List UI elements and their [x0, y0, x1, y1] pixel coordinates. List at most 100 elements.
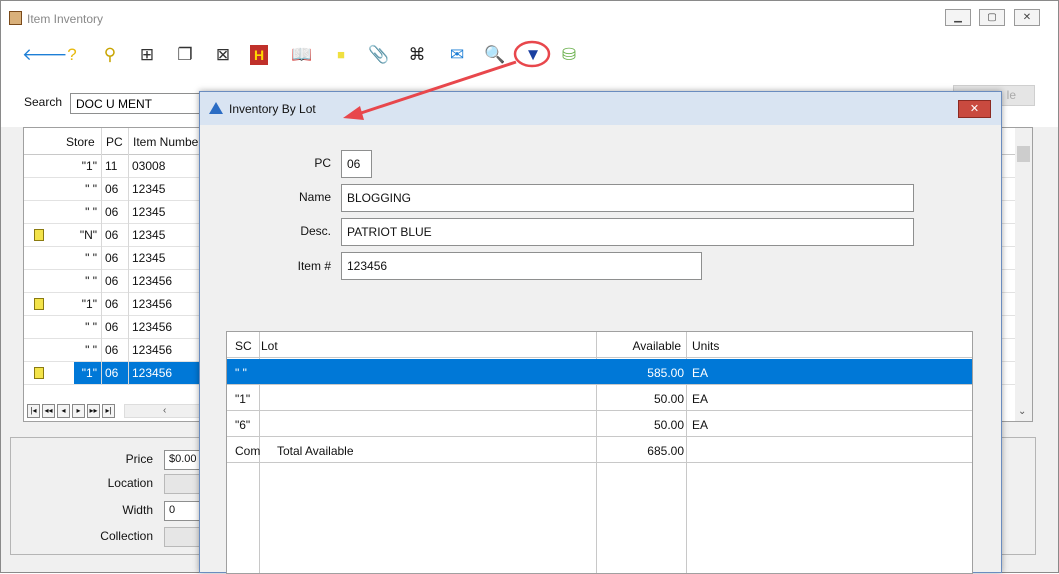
- cell-store: "N": [79, 228, 97, 242]
- lot-table: SC Lot Available Units " " 585.00 EA "1" 50.…: [226, 331, 973, 574]
- dropdown-icon[interactable]: ▼: [521, 43, 545, 67]
- prev-page-button[interactable]: ◂◂: [42, 404, 55, 418]
- cell-available: 585.00: [647, 366, 684, 380]
- minimize-button[interactable]: ▁: [945, 9, 971, 26]
- cell-lot: Total Available: [277, 444, 354, 458]
- column-header-item-number[interactable]: Item Number: [133, 135, 202, 149]
- header-sc[interactable]: SC: [235, 339, 252, 353]
- cell-item-number: 123456: [132, 320, 173, 334]
- header-units[interactable]: Units: [692, 339, 719, 353]
- cell-item-number: 03008: [132, 159, 166, 173]
- cell-pc: 06: [105, 251, 119, 265]
- cell-pc: 06: [105, 320, 119, 334]
- binoculars-icon[interactable]: ⌘: [405, 43, 429, 67]
- next-record-button[interactable]: ▸: [72, 404, 85, 418]
- lot-row[interactable]: " " 585.00 EA: [227, 359, 972, 385]
- cell-store: " ": [85, 274, 97, 288]
- delete-document-icon[interactable]: ⊠: [211, 43, 235, 67]
- cell-store: " ": [85, 251, 97, 265]
- prev-record-button[interactable]: ◂: [57, 404, 70, 418]
- next-page-button[interactable]: ▸▸: [87, 404, 100, 418]
- first-record-button[interactable]: |◂: [27, 404, 40, 418]
- lot-table-header: SC Lot Available Units: [227, 332, 972, 358]
- cell-available: 50.00: [653, 418, 684, 432]
- search-label: Search: [24, 95, 63, 109]
- search-input[interactable]: [70, 93, 205, 114]
- header-available[interactable]: Available: [596, 339, 681, 353]
- cell-pc: 06: [105, 297, 119, 311]
- pc-field[interactable]: 06: [341, 150, 372, 178]
- width-label: Width: [122, 503, 153, 517]
- back-arrow-icon[interactable]: 🡐: [22, 43, 68, 67]
- cell-item-number: 123456: [132, 274, 173, 288]
- cell-pc: 06: [105, 228, 119, 242]
- cell-sc: "1": [235, 392, 251, 406]
- cell-store: "1": [81, 297, 97, 311]
- horizontal-scrollbar[interactable]: ‹: [124, 404, 202, 418]
- pin-icon[interactable]: ⚲: [98, 43, 122, 67]
- column-header-store[interactable]: Store: [66, 135, 95, 149]
- note-icon: [34, 367, 44, 379]
- vertical-scrollbar[interactable]: ⌄: [1015, 128, 1032, 421]
- cell-store: "1": [81, 159, 97, 173]
- price-label: Price: [125, 452, 153, 466]
- add-document-icon[interactable]: ⊞: [135, 43, 159, 67]
- cell-units: EA: [692, 366, 709, 380]
- note-icon: [34, 298, 44, 310]
- name-label: Name: [298, 190, 331, 204]
- cell-pc: 06: [105, 343, 119, 357]
- email-icon[interactable]: ✉: [445, 43, 469, 67]
- desc-field[interactable]: PATRIOT BLUE: [341, 218, 914, 246]
- paperclip-icon[interactable]: 📎: [367, 43, 391, 67]
- cell-store: " ": [85, 205, 97, 219]
- close-window-button[interactable]: ✕: [1014, 9, 1040, 26]
- magnifier-icon[interactable]: 🔍: [483, 43, 507, 67]
- pc-label: PC: [314, 156, 331, 170]
- cell-item-number: 12345: [132, 251, 166, 265]
- item-number-field[interactable]: 123456: [341, 252, 702, 280]
- cell-pc: 11: [105, 159, 118, 173]
- cell-store: " ": [85, 343, 97, 357]
- name-field[interactable]: BLOGGING: [341, 184, 914, 212]
- dialog-close-button[interactable]: ✕: [958, 100, 991, 118]
- note-icon: [34, 229, 44, 241]
- cell-sc: "6": [235, 418, 251, 432]
- lot-row[interactable]: "6" 50.00 EA: [227, 411, 972, 437]
- last-record-button[interactable]: ▸|: [102, 404, 115, 418]
- note-icon[interactable]: ■: [329, 43, 353, 67]
- record-navigator: |◂ ◂◂ ◂ ▸ ▸▸ ▸| ‹: [24, 403, 204, 421]
- cell-item-number: 123456: [129, 362, 204, 384]
- history-icon[interactable]: H: [250, 45, 268, 65]
- title-bar: Item Inventory ▁ ▢ ✕: [1, 1, 1058, 35]
- cell-item-number: 123456: [132, 343, 173, 357]
- copy-document-icon[interactable]: ❐: [173, 43, 197, 67]
- collection-label: Collection: [100, 529, 153, 543]
- cell-pc: 06: [102, 362, 128, 384]
- cell-pc: 06: [105, 205, 119, 219]
- cell-units: EA: [692, 392, 709, 406]
- cell-store: "1": [74, 362, 101, 384]
- lot-row[interactable]: Com Total Available 685.00: [227, 437, 972, 463]
- app-logo-icon: [209, 102, 223, 114]
- help-icon[interactable]: ?: [60, 43, 84, 67]
- header-lot[interactable]: Lot: [261, 339, 278, 353]
- cell-available: 50.00: [653, 392, 684, 406]
- scroll-down-icon[interactable]: ⌄: [1018, 406, 1026, 417]
- cell-sc: Com: [235, 444, 261, 458]
- cell-pc: 06: [105, 182, 119, 196]
- maximize-button[interactable]: ▢: [979, 9, 1005, 26]
- lot-row[interactable]: "1" 50.00 EA: [227, 385, 972, 411]
- cell-pc: 06: [105, 274, 119, 288]
- column-header-pc[interactable]: PC: [106, 135, 123, 149]
- window-title: Item Inventory: [27, 12, 104, 26]
- dialog-title: Inventory By Lot: [229, 102, 316, 116]
- cell-units: EA: [692, 418, 709, 432]
- database-icon[interactable]: ⛁: [557, 43, 581, 67]
- toolbar: 🡐? ⚲ ⊞ ❐ ⊠ H 📖 ■ 📎 ⌘ ✉ 🔍 ▼ ⛁: [1, 35, 1058, 79]
- book-icon[interactable]: 📖: [290, 43, 314, 67]
- cell-store: " ": [85, 320, 97, 334]
- scroll-thumb[interactable]: [1017, 146, 1030, 162]
- desc-label: Desc.: [300, 224, 331, 238]
- cell-sc: " ": [235, 366, 247, 380]
- inventory-by-lot-dialog: Inventory By Lot ✕ PC 06 Name BLOGGING D…: [199, 91, 1002, 574]
